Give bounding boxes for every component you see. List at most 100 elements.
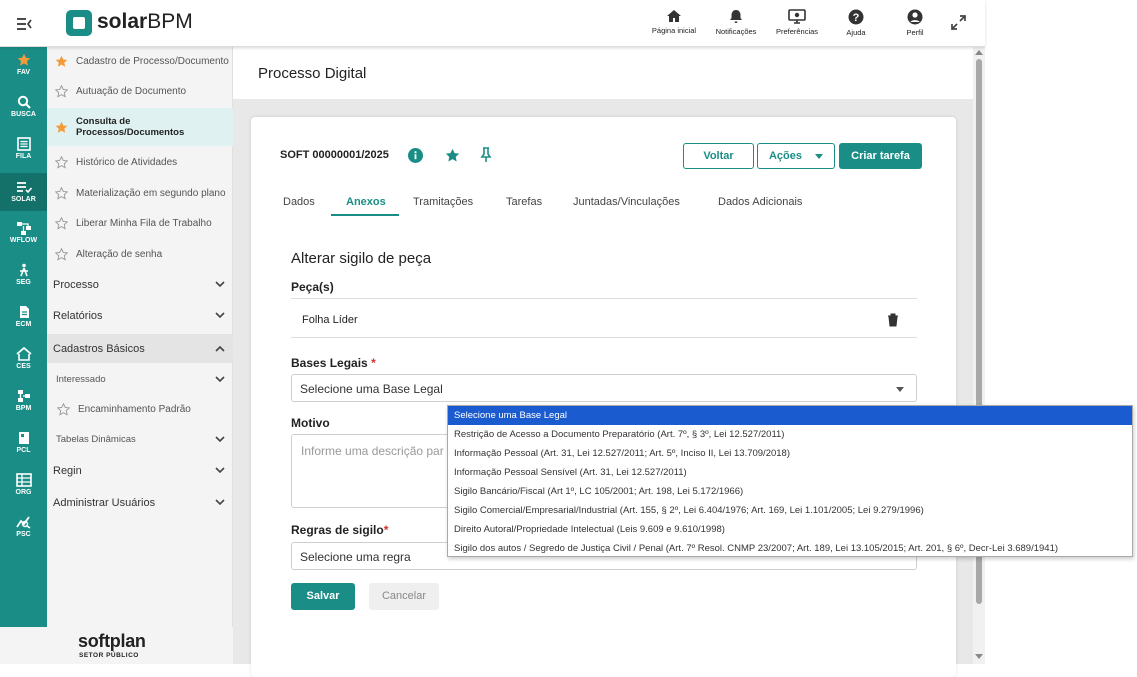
acoes-button[interactable]: Ações — [757, 143, 835, 169]
process-number: SOFT 00000001/2025 — [280, 149, 389, 161]
logo: solarBPM — [97, 10, 193, 33]
regras-sigilo-label: Regras de sigilo* — [291, 523, 389, 537]
salvar-button[interactable]: Salvar — [291, 583, 355, 610]
rail-item-wflow[interactable]: WFLOW — [0, 221, 47, 244]
rail-item-busca[interactable]: BUSCA — [0, 95, 47, 118]
main-content: Processo Digital SOFT 00000001/2025 Volt… — [233, 47, 973, 677]
dropdown-option[interactable]: Direito Autoral/Propriedade Intelectual … — [448, 520, 1132, 539]
sidebar-section-cadastros[interactable]: Cadastros Básicos — [47, 334, 233, 363]
process-card: SOFT 00000001/2025 Voltar Ações Criar ta… — [251, 117, 956, 677]
motivo-label: Motivo — [291, 416, 330, 430]
sidebar-section-processo[interactable]: Processo — [47, 272, 233, 298]
top-bar: solarBPM Página inicial Notificações Pre… — [0, 0, 985, 47]
sidebar-link-encaminhamento[interactable]: Encaminhamento Padrão — [47, 403, 233, 419]
dropdown-option[interactable]: Sigilo dos autos / Segredo de Justiça Ci… — [448, 539, 1132, 558]
tab-tarefas[interactable]: Tarefas — [506, 196, 542, 208]
chevron-down-icon — [215, 436, 225, 443]
sidebar-link-consulta[interactable]: Consulta de Processos/Documentos — [47, 108, 233, 146]
security-icon — [19, 263, 28, 277]
star-outline-icon[interactable] — [55, 156, 68, 169]
rail-item-psc[interactable]: PSC — [0, 515, 47, 538]
star-outline-icon[interactable] — [55, 217, 68, 230]
bases-legais-dropdown: Selecione uma Base Legal Restrição de Ac… — [447, 405, 1133, 557]
tab-anexos[interactable]: Anexos — [346, 196, 386, 208]
sidebar-link-autuacao[interactable]: Autuação de Documento — [47, 85, 233, 101]
star-outline-icon[interactable] — [55, 187, 68, 200]
scroll-up-icon[interactable] — [975, 49, 983, 55]
help-icon: ? — [848, 9, 864, 25]
chevron-up-icon — [215, 345, 225, 352]
rail-item-fav[interactable]: FAV — [0, 53, 47, 76]
dropdown-option[interactable]: Selecione uma Base Legal — [448, 406, 1132, 425]
star-filled-icon[interactable] — [55, 121, 68, 134]
page-scrollbar[interactable] — [973, 47, 985, 664]
svg-text:?: ? — [853, 12, 860, 24]
caret-down-icon — [896, 387, 904, 392]
profile-button[interactable]: Perfil — [898, 9, 932, 41]
chevron-down-icon — [215, 312, 225, 319]
divider — [291, 298, 917, 299]
softplan-logo: softplan SETOR PÚBLICO — [0, 627, 233, 664]
star-filled-icon[interactable] — [55, 55, 68, 68]
tab-dados[interactable]: Dados — [283, 196, 315, 208]
dropdown-option[interactable]: Restrição de Acesso a Documento Preparat… — [448, 425, 1132, 444]
section-title: Alterar sigilo de peça — [291, 250, 432, 267]
bases-legais-select[interactable]: Selecione uma Base Legal — [291, 374, 917, 402]
star-outline-icon[interactable] — [55, 248, 68, 261]
pin-icon[interactable] — [480, 147, 492, 163]
sidebar-section-admin[interactable]: Administrar Usuários — [47, 490, 233, 516]
dropdown-option[interactable]: Informação Pessoal (Art. 31, Lei 12.527/… — [448, 444, 1132, 463]
regras-sigilo-value: Selecione uma regra — [300, 550, 411, 564]
preferences-button[interactable]: Preferências — [772, 9, 822, 41]
sidebar-section-regin[interactable]: Regin — [47, 458, 233, 484]
home-icon — [667, 10, 681, 22]
sidebar-subsection-interessado[interactable]: Interessado — [47, 369, 233, 389]
document-icon — [19, 306, 29, 318]
help-button[interactable]: ? Ajuda — [838, 9, 874, 41]
sidebar-link-liberar-fila[interactable]: Liberar Minha Fila de Trabalho — [47, 217, 233, 233]
rail-item-ces[interactable]: CES — [0, 347, 47, 370]
sidebar-link-cadastro[interactable]: Cadastro de Processo/Documento — [47, 55, 233, 71]
active-tab-indicator — [331, 214, 399, 216]
chevron-down-icon — [215, 376, 225, 383]
rail-item-seg[interactable]: SEG — [0, 263, 47, 286]
dropdown-option[interactable]: Sigilo Comercial/Empresarial/Industrial … — [448, 501, 1132, 520]
criar-tarefa-button[interactable]: Criar tarefa — [839, 143, 922, 169]
preferences-icon — [788, 9, 806, 24]
sidebar-link-historico[interactable]: Histórico de Atividades — [47, 156, 233, 172]
rail-item-solar[interactable]: SOLAR — [0, 173, 47, 211]
pcl-icon — [18, 432, 29, 444]
dropdown-option[interactable]: Informação Pessoal Sensível (Art. 31, Le… — [448, 463, 1132, 482]
favorite-star-icon[interactable] — [445, 148, 460, 163]
info-icon[interactable] — [408, 148, 423, 163]
sidebar-section-relatorios[interactable]: Relatórios — [47, 303, 233, 329]
rail-item-org[interactable]: ORG — [0, 473, 47, 496]
sidebar-link-materializacao[interactable]: Materialização em segundo plano — [47, 187, 233, 203]
tab-tramitacoes[interactable]: Tramitações — [413, 196, 473, 208]
cancelar-button[interactable]: Cancelar — [369, 583, 439, 610]
notifications-button[interactable]: Notificações — [711, 9, 761, 41]
star-icon — [17, 53, 30, 66]
sidebar-subsection-tabelas[interactable]: Tabelas Dinâmicas — [47, 429, 233, 449]
logo-icon — [66, 10, 92, 36]
expand-icon[interactable] — [950, 14, 967, 36]
scroll-down-icon[interactable] — [975, 654, 983, 660]
rail-item-ecm[interactable]: ECM — [0, 305, 47, 328]
rail-item-pcl[interactable]: PCL — [0, 431, 47, 454]
menu-collapse-icon[interactable] — [14, 14, 34, 34]
voltar-button[interactable]: Voltar — [683, 143, 754, 169]
profile-label: Perfil — [906, 28, 924, 37]
star-outline-icon[interactable] — [55, 85, 68, 98]
dropdown-option[interactable]: Sigilo Bancário/Fiscal (Art 1º, LC 105/2… — [448, 482, 1132, 501]
tab-juntadas[interactable]: Juntadas/Vinculações — [573, 196, 680, 208]
tab-dados-adicionais[interactable]: Dados Adicionais — [718, 196, 802, 208]
trash-icon[interactable] — [887, 313, 899, 327]
sidebar-link-alteracao-senha[interactable]: Alteração de senha — [47, 248, 233, 264]
home-button[interactable]: Página inicial — [648, 9, 700, 41]
rail-item-bpm[interactable]: BPM — [0, 389, 47, 412]
solar-icon — [16, 182, 32, 194]
user-icon — [907, 9, 923, 25]
star-outline-icon[interactable] — [57, 403, 70, 416]
page-header: Processo Digital — [233, 47, 973, 99]
rail-item-fila[interactable]: FILA — [0, 137, 47, 160]
